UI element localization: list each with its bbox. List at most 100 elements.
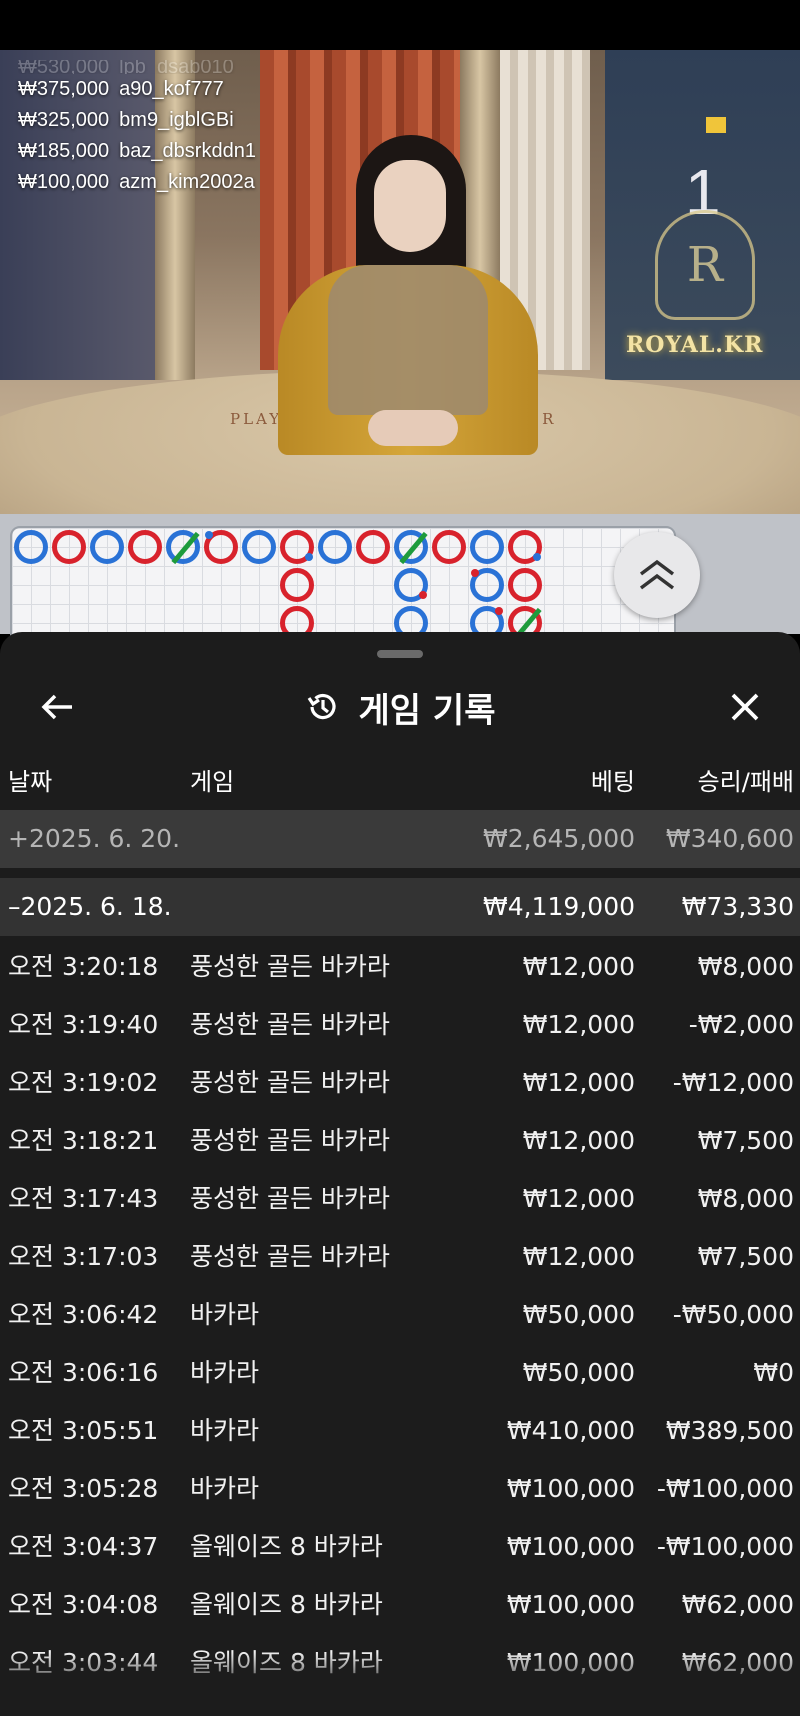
row-result: ₩7,500 xyxy=(697,1126,794,1155)
history-row[interactable]: 오전 3:05:51 바카라 ₩410,000 ₩389,500 xyxy=(0,1400,800,1458)
close-icon xyxy=(731,693,759,721)
history-row[interactable]: 오전 3:19:02 풍성한 골든 바카라 ₩12,000 -₩12,000 xyxy=(0,1052,800,1110)
row-bet: ₩12,000 xyxy=(522,1010,635,1039)
history-table: +2025. 6. 20. ₩2,645,000 ₩340,600 –2025.… xyxy=(0,810,800,1690)
date-group-row-collapsed[interactable]: +2025. 6. 20. ₩2,645,000 ₩340,600 xyxy=(0,810,800,868)
column-header-game: 게임 xyxy=(190,768,235,796)
row-result: -₩100,000 xyxy=(656,1532,794,1561)
row-bet: ₩410,000 xyxy=(506,1416,635,1445)
row-bet: ₩50,000 xyxy=(522,1300,635,1329)
row-result: -₩50,000 xyxy=(672,1300,794,1329)
row-time: 오전 3:18:21 xyxy=(8,1126,159,1155)
bead-player xyxy=(470,530,504,564)
row-result: -₩2,000 xyxy=(688,1010,794,1039)
row-game: 풍성한 골든 바카라 xyxy=(190,1242,390,1271)
row-result: ₩0 xyxy=(753,1358,794,1387)
bead-banker xyxy=(508,568,542,602)
bead-banker xyxy=(508,530,542,564)
row-bet: ₩12,000 xyxy=(522,952,635,981)
row-game: 바카라 xyxy=(190,1358,260,1387)
row-result: ₩8,000 xyxy=(697,952,794,981)
winner-row: ₩530,000 lpb_dsab010 xyxy=(18,60,234,74)
history-row[interactable]: 오전 3:20:18 풍성한 골든 바카라 ₩12,000 ₩8,000 xyxy=(0,936,800,994)
date-bet-total: ₩4,119,000 xyxy=(483,892,635,921)
row-bet: ₩100,000 xyxy=(506,1590,635,1619)
row-game: 바카라 xyxy=(190,1474,260,1503)
history-row[interactable]: 오전 3:04:37 올웨이즈 8 바카라 ₩100,000 -₩100,000 xyxy=(0,1516,800,1574)
row-bet: ₩100,000 xyxy=(506,1532,635,1561)
column-header-date: 날짜 xyxy=(8,768,53,796)
row-game: 풍성한 골든 바카라 xyxy=(190,1184,390,1213)
back-button[interactable] xyxy=(30,680,84,734)
date-bet-total: ₩2,645,000 xyxy=(483,824,635,853)
sheet-title: 게임 기록 xyxy=(358,690,496,731)
date-result-total: ₩340,600 xyxy=(665,824,794,853)
row-result: -₩100,000 xyxy=(656,1474,794,1503)
row-time: 오전 3:04:08 xyxy=(8,1590,159,1619)
list-fade-overlay xyxy=(0,1652,800,1716)
bead-road[interactable] xyxy=(10,526,676,646)
recent-winners-list: ₩530,000 lpb_dsab010 ₩375,000 a90_kof777 ₩… xyxy=(18,60,256,198)
bead-player-tie xyxy=(394,530,428,565)
row-time: 오전 3:05:51 xyxy=(8,1416,159,1445)
bead-banker xyxy=(52,530,86,564)
bead-player xyxy=(14,530,48,564)
row-result: ₩8,000 xyxy=(697,1184,794,1213)
bead-player xyxy=(470,568,504,602)
row-bet: ₩50,000 xyxy=(522,1358,635,1387)
row-game: 바카라 xyxy=(190,1300,260,1329)
bead-banker xyxy=(356,530,390,564)
history-row[interactable]: 오전 3:18:21 풍성한 골든 바카라 ₩12,000 ₩7,500 xyxy=(0,1110,800,1168)
row-bet: ₩100,000 xyxy=(506,1474,635,1503)
row-time: 오전 3:05:28 xyxy=(8,1474,159,1503)
row-result: -₩12,000 xyxy=(672,1068,794,1097)
date-label: +2025. 6. 20. xyxy=(8,824,181,853)
winner-row: ₩185,000 baz_dbsrkddn1 xyxy=(18,140,256,162)
bead-player xyxy=(394,568,428,602)
sheet-drag-handle[interactable] xyxy=(377,650,423,658)
row-game: 바카라 xyxy=(190,1416,260,1445)
history-row[interactable]: 오전 3:04:08 올웨이즈 8 바카라 ₩100,000 ₩62,000 xyxy=(0,1574,800,1632)
bead-player-tie xyxy=(166,530,200,565)
row-bet: ₩12,000 xyxy=(522,1126,635,1155)
expand-roadmap-button[interactable] xyxy=(614,532,700,618)
sheet-header: 게임 기록 xyxy=(0,672,800,742)
row-game: 풍성한 골든 바카라 xyxy=(190,1010,390,1039)
row-game: 풍성한 골든 바카라 xyxy=(190,1068,390,1097)
brand-name: ROYAL.KR xyxy=(626,332,764,358)
bead-player xyxy=(90,530,124,564)
history-row[interactable]: 오전 3:17:03 풍성한 골든 바카라 ₩12,000 ₩7,500 xyxy=(0,1226,800,1284)
bead-banker xyxy=(432,530,466,564)
row-time: 오전 3:19:02 xyxy=(8,1068,159,1097)
flag-icon xyxy=(706,117,726,133)
row-bet: ₩12,000 xyxy=(522,1068,635,1097)
bead-player xyxy=(318,530,352,564)
history-row[interactable]: 오전 3:06:16 바카라 ₩50,000 ₩0 xyxy=(0,1342,800,1400)
arrow-left-icon xyxy=(41,694,72,720)
bead-banker xyxy=(280,530,314,564)
royal-logo: R xyxy=(655,210,755,320)
status-bar xyxy=(0,0,800,50)
row-time: 오전 3:19:40 xyxy=(8,1010,159,1039)
date-group-row-expanded[interactable]: –2025. 6. 18. ₩4,119,000 ₩73,330 xyxy=(0,878,800,936)
row-result: ₩389,500 xyxy=(665,1416,794,1445)
column-header-result: 승리/패배 xyxy=(697,768,794,796)
date-label: –2025. 6. 18. xyxy=(8,892,172,921)
history-row[interactable]: 오전 3:06:42 바카라 ₩50,000 -₩50,000 xyxy=(0,1284,800,1342)
winner-row: ₩325,000 bm9_igblGBi xyxy=(18,109,234,131)
winner-row: ₩100,000 azm_kim2002a xyxy=(18,171,255,193)
row-result: ₩62,000 xyxy=(681,1590,794,1619)
history-row[interactable]: 오전 3:17:43 풍성한 골든 바카라 ₩12,000 ₩8,000 xyxy=(0,1168,800,1226)
row-time: 오전 3:20:18 xyxy=(8,952,159,981)
column-header-bet: 베팅 xyxy=(590,768,635,796)
row-result: ₩7,500 xyxy=(697,1242,794,1271)
history-row[interactable]: 오전 3:05:28 바카라 ₩100,000 -₩100,000 xyxy=(0,1458,800,1516)
history-row[interactable]: 오전 3:19:40 풍성한 골든 바카라 ₩12,000 -₩2,000 xyxy=(0,994,800,1052)
chevron-double-up-icon xyxy=(639,559,675,590)
bead-player xyxy=(242,530,276,564)
close-button[interactable] xyxy=(718,680,772,734)
bead-banker xyxy=(128,530,162,564)
bead-banker xyxy=(204,530,238,564)
row-time: 오전 3:17:43 xyxy=(8,1184,159,1213)
date-result-total: ₩73,330 xyxy=(681,892,794,921)
